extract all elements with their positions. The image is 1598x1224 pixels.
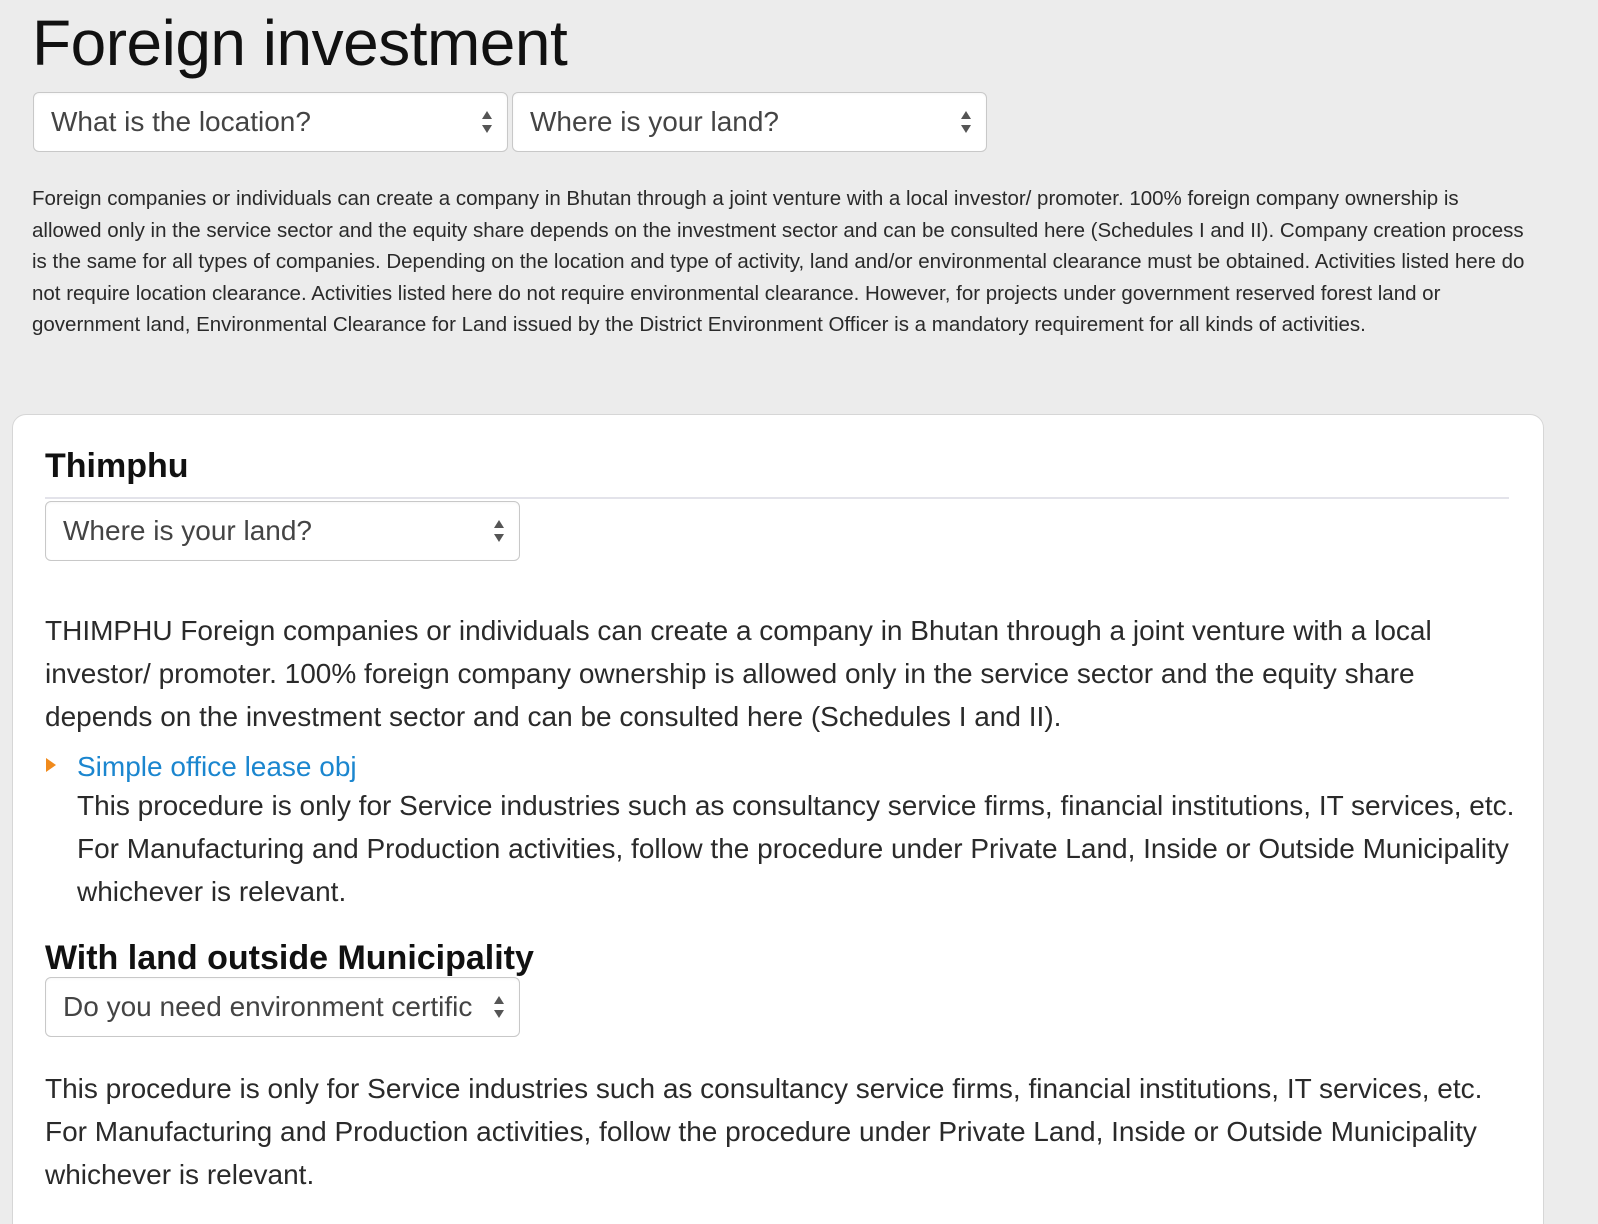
page-title: Foreign investment (32, 7, 568, 79)
divider (45, 497, 1509, 499)
updown-arrows-icon (481, 109, 493, 135)
card-heading: Thimphu (45, 447, 189, 485)
section-heading: With land outside Municipality (45, 939, 534, 977)
page: Foreign investment What is the location?… (0, 0, 1598, 1224)
environment-select-value: Do you need environment certificate? (63, 991, 473, 1022)
location-card: Thimphu Where is your land? THIMPHU Fore… (12, 414, 1544, 1224)
card-description: THIMPHU Foreign companies or individuals… (45, 615, 1432, 732)
environment-select[interactable]: Do you need environment certificate? (45, 977, 520, 1037)
caret-right-icon[interactable] (45, 757, 57, 773)
updown-arrows-icon (493, 518, 505, 544)
location-select-value: What is the location? (51, 106, 311, 137)
updown-arrows-icon (493, 994, 505, 1020)
card-land-select[interactable]: Where is your land? (45, 501, 520, 561)
land-select[interactable]: Where is your land? (512, 92, 987, 152)
updown-arrows-icon (960, 109, 972, 135)
location-select[interactable]: What is the location? (33, 92, 508, 152)
intro-text: Foreign companies or individuals can cre… (32, 187, 1525, 336)
procedure-description: This procedure is only for Service indus… (77, 790, 1515, 907)
section-description: This procedure is only for Service indus… (45, 1073, 1483, 1190)
card-land-select-value: Where is your land? (63, 515, 313, 546)
land-select-value: Where is your land? (530, 106, 780, 137)
procedure-link[interactable]: Simple office lease obj (77, 749, 357, 785)
